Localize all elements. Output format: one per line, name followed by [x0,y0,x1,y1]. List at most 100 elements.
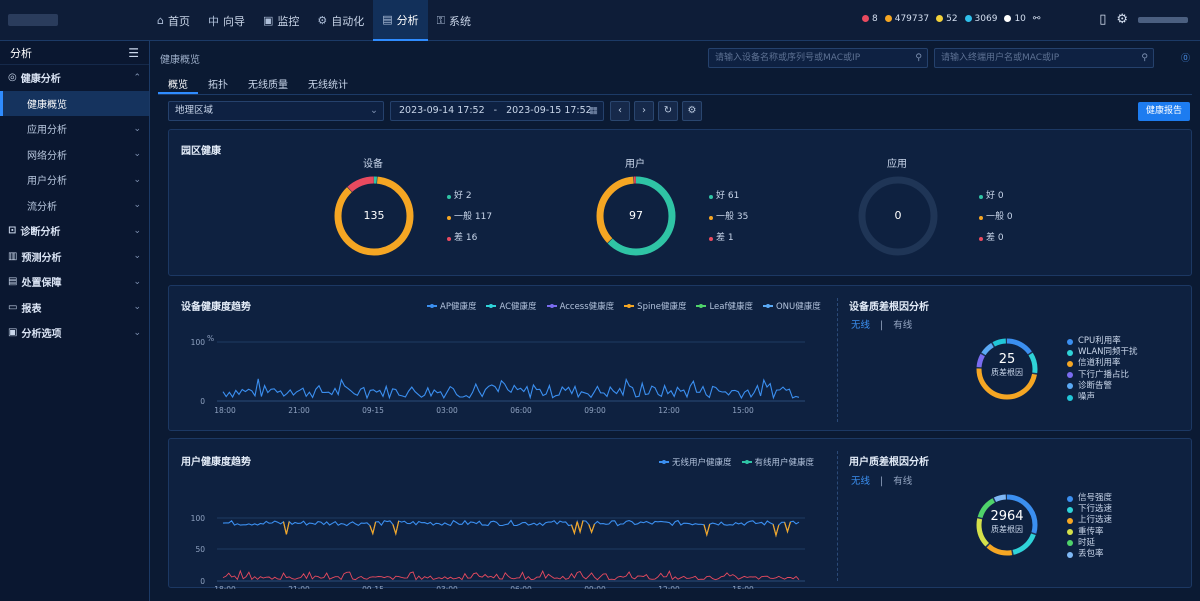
nav-item[interactable]: ▣ 监控 [254,0,308,41]
tab[interactable]: 无线质量 [238,72,298,94]
legend-dot-icon [979,194,983,199]
document-icon[interactable]: ▯ [1099,12,1106,27]
nav-item[interactable]: ⚙ 自动化 [308,0,373,41]
nav-item[interactable]: ⌂ 首页 [148,0,199,41]
network-icon[interactable]: ⚯ [1033,14,1041,24]
user-search-input[interactable]: 请输入终端用户名或MAC或IP ⚲ [934,48,1154,68]
status-count[interactable]: 52 [936,14,958,24]
tab-wired[interactable]: 有线 [893,476,912,487]
legend-item[interactable]: 上行选速 [1067,515,1112,526]
tab-wired[interactable]: 有线 [893,320,912,331]
device-search-input[interactable]: 请输入设备名称或序列号或MAC或IP ⚲ [708,48,928,68]
legend-item[interactable]: Access健康度 [546,300,614,312]
next-button[interactable]: › [634,101,654,121]
legend-dot-icon [447,194,451,199]
legend-item[interactable]: 差 16 [447,228,492,249]
legend-item[interactable]: 噪声 [1067,392,1138,403]
tab[interactable]: 拓扑 [198,72,238,94]
search-icon[interactable]: ⚲ [915,49,922,67]
legend-item[interactable]: AP健康度 [427,300,476,312]
legend-item[interactable]: AC健康度 [486,300,537,312]
prev-button[interactable]: ‹ [610,101,630,121]
user-menu[interactable] [1138,16,1188,23]
user-root-subtabs: 无线 | 有线 [851,476,913,487]
sidebar-item[interactable]: ▭ 报表 ⌄ [0,295,149,321]
help-icon[interactable]: ⓪ [1181,51,1190,64]
sidebar-item[interactable]: 流分析 ⌄ [0,193,149,219]
sidebar-item[interactable]: ⊡ 诊断分析 ⌄ [0,218,149,244]
search-icon[interactable]: ⚲ [1141,49,1148,67]
gear-icon[interactable]: ⚙ [1116,12,1128,27]
nav-item[interactable]: ⚿ 系统 [428,0,480,41]
system-icon: ⚿ [436,13,446,27]
poor-segment [392,520,400,537]
collapse-menu-icon[interactable]: ☰ [128,46,139,60]
device-trend-chart: 100 0% 18:00 21:00 09-15 03:00 06:00 09:00 12:00… [191,334,805,415]
legend-item[interactable]: 重传率 [1067,527,1112,538]
tab[interactable]: 无线统计 [298,72,358,94]
legend-item[interactable]: 好 0 [979,186,1013,207]
x-tick-label: 09-15 [362,585,384,589]
chevron-down-icon: ⌄ [133,200,141,211]
tab-divider [158,94,1192,95]
region-select[interactable]: 地理区域 ⌄ [168,101,384,121]
chevron-down-icon: ⌄ [133,302,141,313]
tab[interactable]: 概览 [158,72,198,94]
legend-item[interactable]: 好 2 [447,186,492,207]
legend-item[interactable]: 一般 35 [709,207,748,228]
status-count[interactable]: 10 [1004,14,1026,24]
status-count[interactable]: 8 [862,14,878,24]
sidebar-item[interactable]: ◎ 健康分析 ⌃ [0,65,149,91]
sidebar-item[interactable]: ▤ 处置保障 ⌄ [0,269,149,295]
card-title: 园区健康 [181,146,221,157]
nav-item[interactable]: 中向导 [199,0,254,41]
x-tick-label: 09:00 [584,406,606,415]
sidebar-item[interactable]: ▥ 预测分析 ⌄ [0,244,149,270]
sidebar-item-label: 处置保障 [21,278,62,290]
legend-item[interactable]: 差 0 [979,228,1013,249]
legend-item[interactable]: 信号强度 [1067,493,1112,504]
sidebar-item[interactable]: 用户分析 ⌄ [0,167,149,193]
legend-dot-icon [447,215,451,220]
tab-wireless[interactable]: 无线 [851,476,870,487]
nav-label: 首页 [167,14,190,28]
nav-item[interactable]: ▤ 分析 [373,0,428,41]
status-count[interactable]: 479737 [884,14,929,24]
legend-item[interactable]: 一般 117 [447,207,492,228]
legend-item[interactable]: CPU利用率 [1067,336,1138,347]
legend-item[interactable]: Leaf健康度 [696,300,753,312]
legend-item[interactable]: 丢包率 [1067,549,1112,560]
settings-button[interactable]: ⚙ [682,101,702,121]
sidebar-item[interactable]: ▣ 分析选项 ⌄ [0,320,149,346]
sidebar-item[interactable]: 网络分析 ⌄ [0,142,149,168]
sidebar-item[interactable]: 应用分析 ⌄ [0,116,149,142]
legend-item[interactable]: 一般 0 [979,207,1013,228]
refresh-button[interactable]: ↻ [658,101,678,121]
legend-item[interactable]: ONU健康度 [762,300,821,312]
legend-item[interactable]: 好 61 [709,186,748,207]
status-count[interactable]: 3069 [964,14,997,24]
poor-segment [369,521,377,536]
legend-dot-icon [1067,383,1073,390]
legend-item[interactable]: 下行广播占比 [1067,370,1138,381]
device-root-legend: CPU利用率 WLAN同频干扰 信道利用率 下行广播占比 诊断告警 噪声 [1067,336,1138,403]
tab-wireless[interactable]: 无线 [851,320,870,331]
legend-item[interactable]: 诊断告警 [1067,381,1138,392]
health-report-button[interactable]: 健康报告 [1138,102,1190,121]
legend-item[interactable]: 下行选速 [1067,504,1112,515]
sidebar-item-label: 诊断分析 [20,227,61,239]
date-range-picker[interactable]: 2023-09-14 17:52 - 2023-09-15 17:52 ▦ [390,101,604,121]
sidebar-item[interactable]: 健康概览 [0,90,149,116]
legend-item[interactable]: Spine健康度 [624,300,686,312]
legend-item[interactable]: 信道利用率 [1067,358,1138,369]
sidebar-item-label: 应用分析 [27,125,67,137]
legend-line-icon [427,304,437,308]
legend-item[interactable]: WLAN同频干扰 [1067,347,1138,358]
campus-health-card: 园区健康 设备 135 好 2 一般 117 差 16 用户 97 好 61 一般 35 差 1 应… [168,129,1192,276]
legend-line-icon [659,460,669,464]
legend-item[interactable]: 时延 [1067,538,1112,549]
x-tick-label: 09:00 [584,585,606,589]
y-tick-label: 50 [195,545,205,554]
top-bar: ⌂ 首页中向导 ▣ 监控 ⚙ 自动化 ▤ 分析 ⚿ 系统 8 479737 52 3069 10 ⚯ ▯ ⚙ [0,0,1200,41]
legend-item[interactable]: 差 1 [709,228,748,249]
